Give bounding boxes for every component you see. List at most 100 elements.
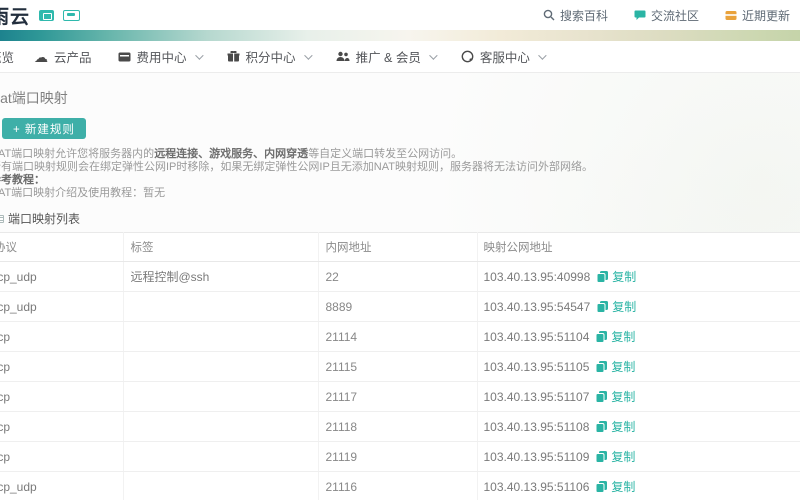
- copy-button[interactable]: 复制: [595, 478, 635, 495]
- copy-icon: [595, 361, 608, 373]
- intro-line-2: 所有端口映射规则会在绑定弹性公网IP时移除，如果无绑定弹性公网IP且无添加NAT…: [0, 161, 593, 173]
- copy-icon: [596, 271, 609, 283]
- column-header-internal-address: 内网地址: [318, 232, 478, 262]
- community-link[interactable]: 交流社区: [634, 7, 699, 24]
- public-address: 103.40.13.95:51107: [483, 389, 590, 404]
- chevron-down-icon: [303, 50, 313, 60]
- tag-cell: [123, 351, 319, 382]
- cloud-icon: ☁: [34, 48, 49, 65]
- public-address: 103.40.13.95:51104: [483, 329, 590, 344]
- public-address: 103.40.13.95:54547: [483, 299, 591, 314]
- protocol-cell: tcp: [0, 351, 124, 382]
- people-icon: [336, 51, 350, 62]
- tag-cell: [123, 471, 319, 500]
- copy-button[interactable]: 复制: [595, 388, 635, 405]
- copy-button[interactable]: 复制: [595, 328, 635, 345]
- gift-icon: [227, 51, 240, 62]
- public-address: 103.40.13.95:51105: [483, 359, 590, 374]
- search-wiki-label: 搜索百科: [559, 8, 608, 23]
- chevron-down-icon: [429, 50, 438, 60]
- public-address: 103.40.13.95:51106: [483, 479, 590, 494]
- page-title: Nat端口映射: [0, 90, 68, 106]
- tag-cell: [123, 321, 319, 352]
- internal-port-cell: 21118: [318, 411, 478, 442]
- recent-updates-link[interactable]: 近期更新: [725, 7, 790, 24]
- copy-button[interactable]: 复制: [595, 358, 635, 375]
- copy-icon: [595, 481, 608, 493]
- port-mapping-table: 协议 标签 内网地址 映射公网地址 tcp_udp 远程控制@ssh 22 10…: [0, 232, 800, 500]
- table-row: tcp 21119 103.40.13.95:51109 复制: [0, 441, 800, 472]
- table-row: tcp_udp 21116 103.40.13.95:51106 复制: [0, 471, 800, 500]
- search-wiki-link[interactable]: 搜索百科: [543, 7, 608, 24]
- tag-cell: [123, 441, 319, 472]
- logo-text: 雨云: [0, 6, 31, 28]
- nav-item-billing-center[interactable]: 费用中心: [118, 47, 204, 66]
- version-badge-icon[interactable]: [63, 9, 81, 21]
- header-banner: [0, 30, 800, 41]
- section-title: 端口映射列表: [8, 212, 81, 226]
- updates-box-icon: [725, 10, 737, 21]
- table-row: tcp 21115 103.40.13.95:51105 复制: [0, 351, 800, 382]
- intro-line-1: NAT端口映射允许您将服务器内的远程连接、游戏服务、内网穿透等自定义端口转发至公…: [0, 148, 463, 160]
- nav-item-promotion-membership[interactable]: 推广 & 会员: [336, 47, 438, 66]
- internal-port-cell: 21117: [318, 381, 478, 412]
- copy-icon: [595, 331, 608, 343]
- table-row: tcp 21117 103.40.13.95:51107 复制: [0, 381, 800, 412]
- topbar: 雨云 搜索百科 交流社区 近期更新: [0, 0, 800, 30]
- list-icon: [0, 214, 4, 223]
- protocol-cell: tcp: [0, 321, 124, 352]
- section-header: 端口映射列表: [0, 210, 800, 227]
- nav-item-overview[interactable]: 概览: [0, 47, 14, 66]
- main-nav: 概览 ☁ 云产品 费用中心 积分中心 推广 & 会员: [0, 41, 800, 73]
- protocol-cell: tcp_udp: [0, 471, 124, 500]
- tag-cell: [123, 291, 319, 322]
- copy-icon: [595, 391, 608, 403]
- public-address: 103.40.13.95:40998: [483, 269, 591, 284]
- nav-promotion-label: 推广 & 会员: [355, 51, 421, 65]
- nav-item-cloud-products[interactable]: ☁ 云产品: [34, 47, 92, 66]
- protocol-cell: tcp: [0, 441, 124, 472]
- nav-cloud-products-label: 云产品: [54, 51, 92, 65]
- tag-cell: 远程控制@ssh: [123, 261, 319, 292]
- community-label: 交流社区: [650, 8, 699, 23]
- page: 雨云 搜索百科 交流社区 近期更新: [0, 0, 800, 500]
- intro-text: NAT端口映射允许您将服务器内的远程连接、游戏服务、内网穿透等自定义端口转发至公…: [0, 148, 800, 200]
- nav-billing-label: 费用中心: [136, 51, 187, 65]
- chat-bubble-icon: [634, 9, 646, 21]
- protocol-cell: tcp_udp: [0, 261, 124, 292]
- new-rule-button[interactable]: + 新建规则: [2, 118, 86, 139]
- intro-line-4: NAT端口映射介绍及使用教程：暂无: [0, 187, 166, 199]
- topbar-links: 搜索百科 交流社区 近期更新: [543, 7, 790, 24]
- console-badge-icon[interactable]: [39, 9, 55, 21]
- copy-button[interactable]: 复制: [595, 448, 635, 465]
- column-header-public-address: 映射公网地址: [477, 232, 800, 262]
- nav-item-support-center[interactable]: 客服中心: [461, 47, 547, 66]
- table-row: tcp_udp 8889 103.40.13.95:54547 复制: [0, 291, 800, 322]
- search-icon: [543, 9, 555, 21]
- internal-port-cell: 21114: [318, 321, 478, 352]
- copy-icon: [595, 451, 608, 463]
- content-area: Nat端口映射 + 新建规则 NAT端口映射允许您将服务器内的远程连接、游戏服务…: [0, 73, 800, 500]
- chevron-down-icon: [538, 50, 547, 60]
- intro-line-3: 参考教程：: [0, 174, 45, 186]
- nav-support-label: 客服中心: [479, 51, 530, 65]
- internal-port-cell: 21115: [318, 351, 478, 382]
- tag-cell: [123, 381, 319, 412]
- brand-logo[interactable]: 雨云: [0, 2, 81, 29]
- nav-item-points-center[interactable]: 积分中心: [227, 47, 313, 66]
- public-address: 103.40.13.95:51108: [483, 419, 590, 434]
- copy-button[interactable]: 复制: [596, 298, 636, 315]
- table-header-row: 协议 标签 内网地址 映射公网地址: [0, 232, 800, 262]
- billing-card-icon: [118, 52, 131, 62]
- tag-cell: [123, 411, 319, 442]
- copy-button[interactable]: 复制: [596, 268, 636, 285]
- internal-port-cell: 21116: [318, 471, 478, 500]
- protocol-cell: tcp: [0, 381, 124, 412]
- copy-button[interactable]: 复制: [595, 418, 635, 435]
- internal-port-cell: 22: [318, 261, 478, 292]
- column-header-protocol: 协议: [0, 232, 124, 262]
- column-header-tag: 标签: [123, 232, 319, 262]
- copy-icon: [595, 421, 608, 433]
- chevron-down-icon: [194, 50, 204, 60]
- recent-updates-label: 近期更新: [741, 8, 790, 23]
